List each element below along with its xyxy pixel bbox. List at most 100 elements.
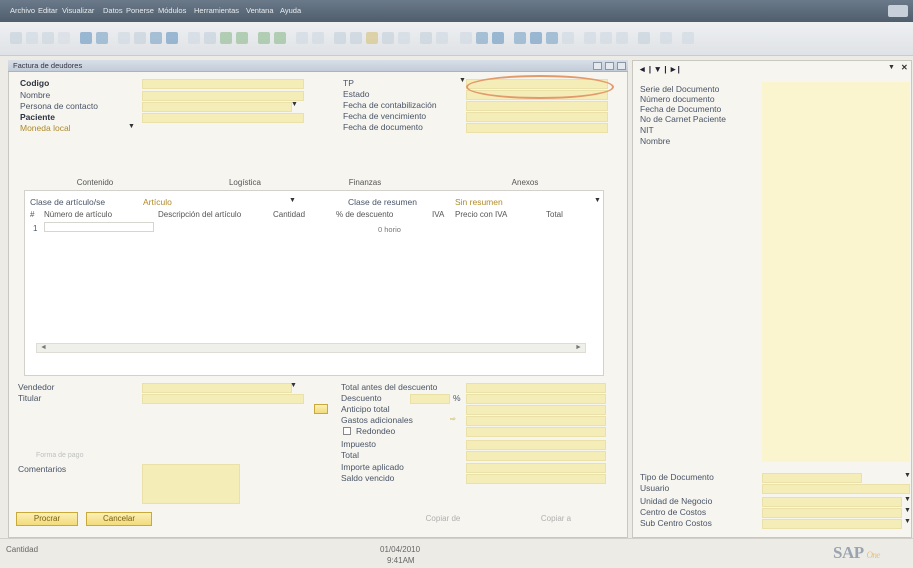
email-icon[interactable] bbox=[42, 32, 54, 44]
tab-logistica[interactable]: Logística bbox=[205, 176, 285, 190]
messages-icon[interactable] bbox=[600, 32, 612, 44]
help-icon[interactable] bbox=[436, 32, 448, 44]
column-header[interactable]: Total bbox=[546, 210, 563, 219]
tab-contenido[interactable]: Contenido bbox=[60, 176, 130, 190]
filter-icon[interactable] bbox=[296, 32, 308, 44]
paste-icon[interactable] bbox=[492, 32, 504, 44]
chevron-down-icon[interactable]: ▼ bbox=[291, 101, 298, 108]
menu-ayuda[interactable]: Ayuda bbox=[280, 6, 301, 15]
chevron-down-icon[interactable]: ▼ bbox=[888, 64, 895, 71]
comentarios-textarea[interactable] bbox=[142, 464, 240, 504]
chevron-down-icon[interactable]: ▼ bbox=[904, 472, 911, 479]
redondeo-checkbox[interactable] bbox=[343, 427, 351, 435]
print-icon[interactable] bbox=[10, 32, 22, 44]
centro-field[interactable] bbox=[762, 508, 902, 518]
close-icon[interactable] bbox=[617, 62, 626, 70]
fecha-documento-field[interactable] bbox=[466, 123, 608, 133]
preview-icon[interactable] bbox=[26, 32, 38, 44]
save-icon[interactable] bbox=[166, 32, 178, 44]
next-record-icon[interactable] bbox=[258, 32, 270, 44]
calendar-icon[interactable] bbox=[546, 32, 558, 44]
target-document-icon[interactable] bbox=[350, 32, 362, 44]
clase-articulo-select[interactable]: Artículo bbox=[143, 197, 172, 207]
primary-button[interactable]: Procrar bbox=[16, 512, 78, 526]
label-forma-pago[interactable]: Forma de pago bbox=[36, 452, 83, 459]
column-header[interactable]: # bbox=[30, 210, 34, 219]
unidad-field[interactable] bbox=[762, 497, 902, 507]
fecha-contabilizacion-field[interactable] bbox=[466, 101, 608, 111]
layout-icon[interactable] bbox=[420, 32, 432, 44]
tab-anexos[interactable]: Anexos bbox=[490, 176, 560, 190]
report-icon[interactable] bbox=[562, 32, 574, 44]
maximize-icon[interactable] bbox=[605, 62, 614, 70]
chevron-down-icon[interactable]: ▼ bbox=[904, 518, 911, 525]
column-header[interactable]: Precio con IVA bbox=[455, 210, 507, 219]
window-controls-icon[interactable] bbox=[888, 5, 908, 17]
alerts-icon[interactable] bbox=[616, 32, 628, 44]
menu-editar[interactable]: Editar bbox=[38, 6, 58, 15]
menu-modulos[interactable]: Módulos bbox=[158, 6, 186, 15]
arrow-right-icon[interactable]: ⇨ bbox=[450, 415, 456, 423]
base-document-icon[interactable] bbox=[334, 32, 346, 44]
table-icon[interactable] bbox=[204, 32, 216, 44]
find-icon[interactable] bbox=[118, 32, 130, 44]
chevron-down-icon[interactable]: ▼ bbox=[904, 496, 911, 503]
menu-archivo[interactable]: Archivo bbox=[10, 6, 35, 15]
sms-icon[interactable] bbox=[58, 32, 70, 44]
subcentro-field[interactable] bbox=[762, 519, 902, 529]
descuento-field[interactable] bbox=[466, 394, 606, 404]
export-icon[interactable] bbox=[80, 32, 92, 44]
chevron-down-icon[interactable]: ▼ bbox=[128, 123, 135, 130]
copiar-de-button[interactable]: Copiar de bbox=[412, 512, 474, 526]
pencil-icon[interactable] bbox=[460, 32, 472, 44]
sort-icon[interactable] bbox=[312, 32, 324, 44]
chevron-down-icon[interactable]: ▼ bbox=[594, 197, 601, 204]
paciente-field[interactable] bbox=[142, 113, 304, 123]
numero-articulo-cell[interactable] bbox=[44, 222, 154, 232]
chevron-down-icon[interactable]: ▼ bbox=[904, 507, 911, 514]
titular-field[interactable] bbox=[142, 394, 304, 404]
users-icon[interactable] bbox=[584, 32, 596, 44]
tipo-doc-field[interactable] bbox=[762, 473, 862, 483]
anticipo-button[interactable] bbox=[314, 404, 328, 414]
word-icon[interactable] bbox=[96, 32, 108, 44]
descuento-pct-field[interactable] bbox=[410, 394, 450, 404]
codigo-field[interactable] bbox=[142, 79, 304, 89]
cancel-button[interactable]: Cancelar bbox=[86, 512, 152, 526]
tab-finanzas[interactable]: Finanzas bbox=[330, 176, 400, 190]
moneda-select[interactable]: Moneda local bbox=[20, 123, 71, 133]
add-icon[interactable] bbox=[134, 32, 146, 44]
record-navigator[interactable]: ◄ | ▼ | ►| bbox=[638, 64, 680, 74]
column-header[interactable]: Número de artículo bbox=[44, 210, 112, 219]
vendedor-field[interactable] bbox=[142, 383, 292, 393]
scroll-left-icon[interactable]: ◄ bbox=[40, 344, 47, 351]
lock-icon[interactable] bbox=[638, 32, 650, 44]
settings-icon[interactable] bbox=[398, 32, 410, 44]
chevron-down-icon[interactable]: ▼ bbox=[459, 77, 466, 84]
chevron-down-icon[interactable]: ▼ bbox=[289, 197, 296, 204]
journal-icon[interactable] bbox=[366, 32, 378, 44]
menu-herramientas[interactable]: Herramientas bbox=[194, 6, 239, 15]
close-icon[interactable]: ✕ bbox=[901, 63, 908, 72]
fecha-vencimiento-field[interactable] bbox=[466, 112, 608, 122]
window-icon[interactable] bbox=[514, 32, 526, 44]
last-record-icon[interactable] bbox=[274, 32, 286, 44]
scroll-right-icon[interactable]: ► bbox=[575, 344, 582, 351]
column-header[interactable]: Cantidad bbox=[273, 210, 305, 219]
copy-icon[interactable] bbox=[476, 32, 488, 44]
info-icon[interactable] bbox=[660, 32, 672, 44]
menu-ventana[interactable]: Ventana bbox=[246, 6, 274, 15]
usuario-field[interactable] bbox=[762, 484, 910, 494]
menu-datos[interactable]: Datos bbox=[103, 6, 123, 15]
document-icon[interactable] bbox=[188, 32, 200, 44]
column-header[interactable]: IVA bbox=[432, 210, 444, 219]
grid-icon[interactable] bbox=[530, 32, 542, 44]
horizontal-scrollbar[interactable]: ◄ ► bbox=[36, 343, 586, 353]
column-header[interactable]: Descripción del artículo bbox=[158, 210, 241, 219]
exit-icon[interactable] bbox=[682, 32, 694, 44]
column-header[interactable]: % de descuento bbox=[336, 210, 393, 219]
user-fields-values[interactable] bbox=[762, 82, 910, 462]
menu-ponerse[interactable]: Ponerse bbox=[126, 6, 154, 15]
previous-record-icon[interactable] bbox=[236, 32, 248, 44]
refresh-icon[interactable] bbox=[150, 32, 162, 44]
